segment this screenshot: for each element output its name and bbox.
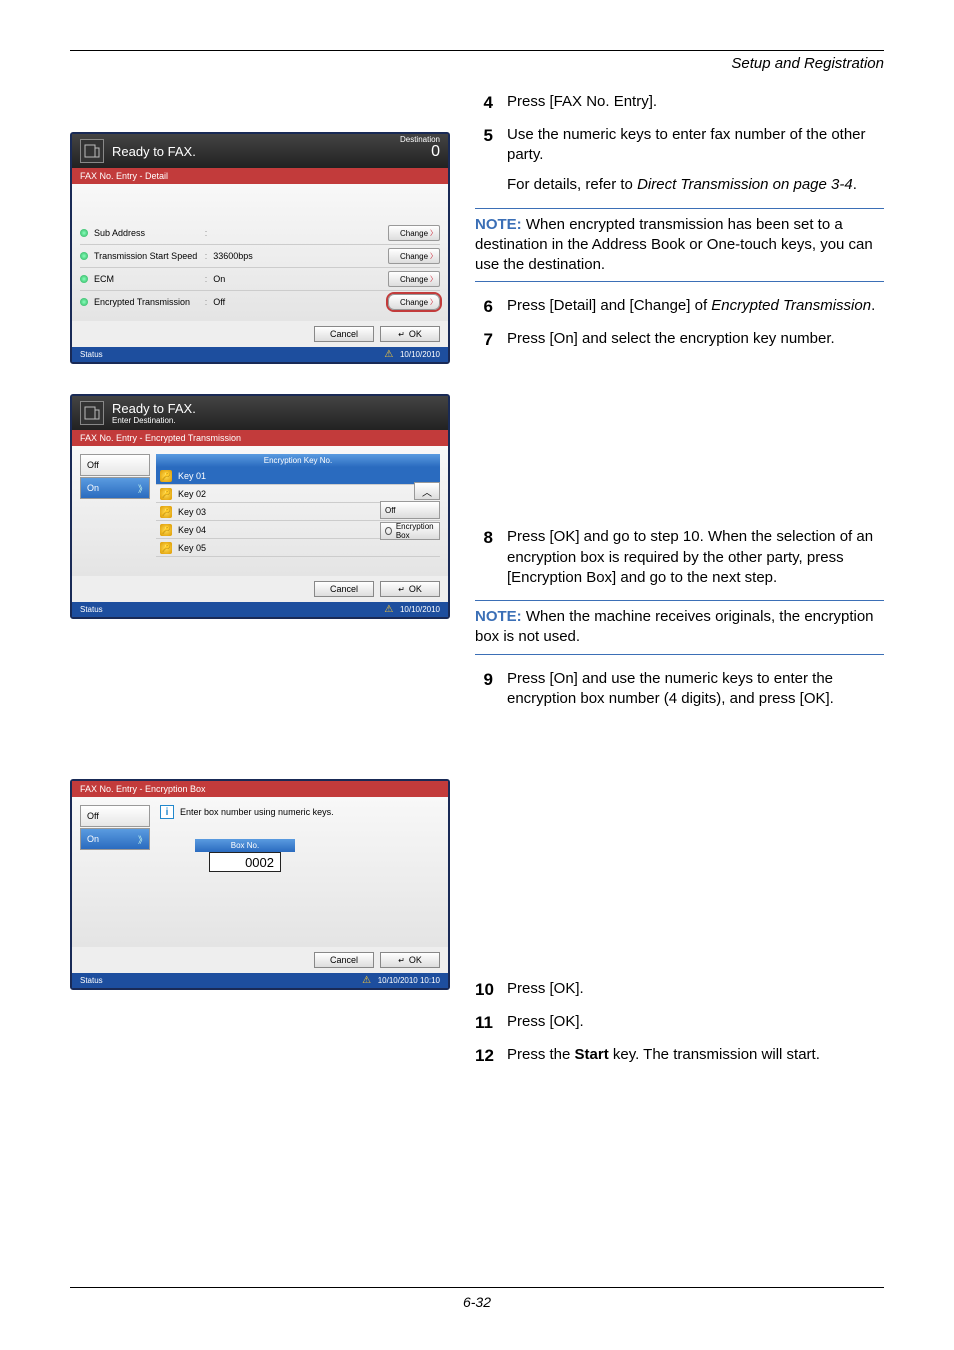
fax-icon: [80, 139, 104, 163]
key-icon: 🔑: [160, 470, 172, 482]
warning-icon: ⚠: [362, 975, 371, 986]
page-number: 6-32: [70, 1287, 884, 1310]
info-text: Enter box number using numeric keys.: [180, 807, 334, 817]
breadcrumb: FAX No. Entry - Encryption Box: [72, 781, 448, 797]
cancel-button[interactable]: Cancel: [314, 952, 374, 968]
section-header: Setup and Registration: [70, 55, 884, 72]
cancel-button[interactable]: Cancel: [314, 581, 374, 597]
key-item[interactable]: 🔑Key 05: [156, 539, 440, 557]
screenshot-encryption-box: FAX No. Entry - Encryption Box Off On i …: [70, 779, 450, 990]
key-icon: 🔑: [160, 542, 172, 554]
tab-off[interactable]: Off: [80, 454, 150, 476]
key-icon: 🔑: [160, 488, 172, 500]
encryption-box-button[interactable]: Encryption Box: [380, 522, 440, 540]
screenshot-encrypted-transmission: Ready to FAX. Enter Destination. FAX No.…: [70, 394, 450, 619]
step-12: 12 Press the Start key. The transmission…: [475, 1045, 884, 1068]
change-button[interactable]: Change〉: [388, 225, 440, 241]
status-dot-icon: [80, 229, 88, 237]
status-label: Status: [80, 976, 103, 985]
step-10: 10 Press [OK].: [475, 979, 884, 1002]
note-1: NOTE: When encrypted transmission has be…: [475, 208, 884, 283]
step-6: 6 Press [Detail] and [Change] of Encrypt…: [475, 296, 884, 319]
status-label: Status: [80, 350, 103, 359]
step-5: 5 Use the numeric keys to enter fax numb…: [475, 125, 884, 166]
status-date: 10/10/2010 10:10: [378, 976, 440, 985]
panel-title: Ready to FAX.: [112, 401, 196, 416]
destination-count: 0: [431, 143, 440, 160]
change-button[interactable]: Change〉: [388, 271, 440, 287]
step-5-detail: For details, refer to Direct Transmissio…: [507, 175, 884, 195]
ok-button[interactable]: ↵OK: [380, 581, 440, 597]
status-label: Status: [80, 605, 103, 614]
ok-button[interactable]: ↵OK: [380, 952, 440, 968]
breadcrumb: FAX No. Entry - Detail: [72, 168, 448, 184]
row-label: Transmission Start Speed: [94, 251, 199, 261]
panel-subtitle: Enter Destination.: [112, 416, 196, 425]
key-list-header: Encryption Key No.: [156, 454, 440, 467]
panel-title: Ready to FAX.: [112, 144, 196, 159]
ok-button[interactable]: ↵OK: [380, 326, 440, 342]
row-value: 33600bps: [213, 251, 283, 261]
tab-off[interactable]: Off: [80, 805, 150, 827]
status-dot-icon: [80, 298, 88, 306]
note-2: NOTE: When the machine receives original…: [475, 600, 884, 655]
status-dot-icon: [80, 275, 88, 283]
tab-on[interactable]: On: [80, 828, 150, 850]
status-date: 10/10/2010: [400, 605, 440, 614]
row-label: Encrypted Transmission: [94, 297, 199, 307]
step-4: 4 Press [FAX No. Entry].: [475, 92, 884, 115]
breadcrumb: FAX No. Entry - Encrypted Transmission: [72, 430, 448, 446]
step-8: 8 Press [OK] and go to step 10. When the…: [475, 527, 884, 588]
status-date: 10/10/2010: [400, 350, 440, 359]
key-item[interactable]: 🔑Key 01: [156, 467, 440, 485]
step-9: 9 Press [On] and use the numeric keys to…: [475, 669, 884, 710]
fax-icon: [80, 401, 104, 425]
cancel-button[interactable]: Cancel: [314, 326, 374, 342]
tab-on[interactable]: On: [80, 477, 150, 499]
status-dot-icon: [80, 252, 88, 260]
screenshot-fax-detail: Ready to FAX. Destination 0 FAX No. Entr…: [70, 132, 450, 364]
enc-box-off-button[interactable]: Off: [380, 501, 440, 519]
key-icon: 🔑: [160, 524, 172, 536]
change-button[interactable]: Change〉: [388, 248, 440, 264]
box-no-label: Box No.: [195, 839, 295, 852]
warning-icon: ⚠: [384, 604, 393, 615]
step-7: 7 Press [On] and select the encryption k…: [475, 329, 884, 352]
info-icon: i: [160, 805, 174, 819]
key-icon: 🔑: [160, 506, 172, 518]
row-label: Sub Address: [94, 228, 199, 238]
row-label: ECM: [94, 274, 199, 284]
change-button[interactable]: Change〉: [388, 294, 440, 310]
step-11: 11 Press [OK].: [475, 1012, 884, 1035]
warning-icon: ⚠: [384, 349, 393, 360]
row-value: On: [213, 274, 283, 284]
row-value: Off: [213, 297, 283, 307]
box-no-input[interactable]: 0002: [209, 852, 281, 872]
